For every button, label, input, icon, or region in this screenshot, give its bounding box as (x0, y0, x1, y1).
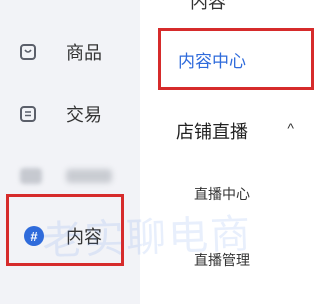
submenu-heading-cut: 内容 (190, 0, 226, 12)
chevron-up-icon: ^ (287, 120, 294, 136)
highlight-box (158, 28, 314, 90)
shopping-bag-icon (20, 44, 36, 60)
submenu-item-live-manage[interactable]: 直播管理 (194, 250, 250, 270)
sidebar-item-label: 商品 (66, 43, 102, 63)
sidebar-item-trade[interactable]: 交易 (6, 88, 124, 140)
highlight-box (6, 194, 124, 266)
submenu-group-title: 店铺直播 (176, 122, 248, 142)
submenu-panel: 内容 内容中心 店铺直播 ^ 直播中心 直播管理 (140, 0, 329, 304)
sidebar-item-products[interactable]: 商品 (6, 26, 124, 78)
blurred-label (66, 169, 112, 183)
submenu-item-live-center[interactable]: 直播中心 (194, 184, 250, 204)
submenu-group-live[interactable]: 店铺直播 ^ (176, 116, 316, 146)
sidebar: 商品 交易 # 内容 (0, 0, 140, 304)
sidebar-item-label: 交易 (66, 105, 102, 125)
blurred-icon (20, 168, 42, 184)
receipt-icon (20, 106, 36, 122)
